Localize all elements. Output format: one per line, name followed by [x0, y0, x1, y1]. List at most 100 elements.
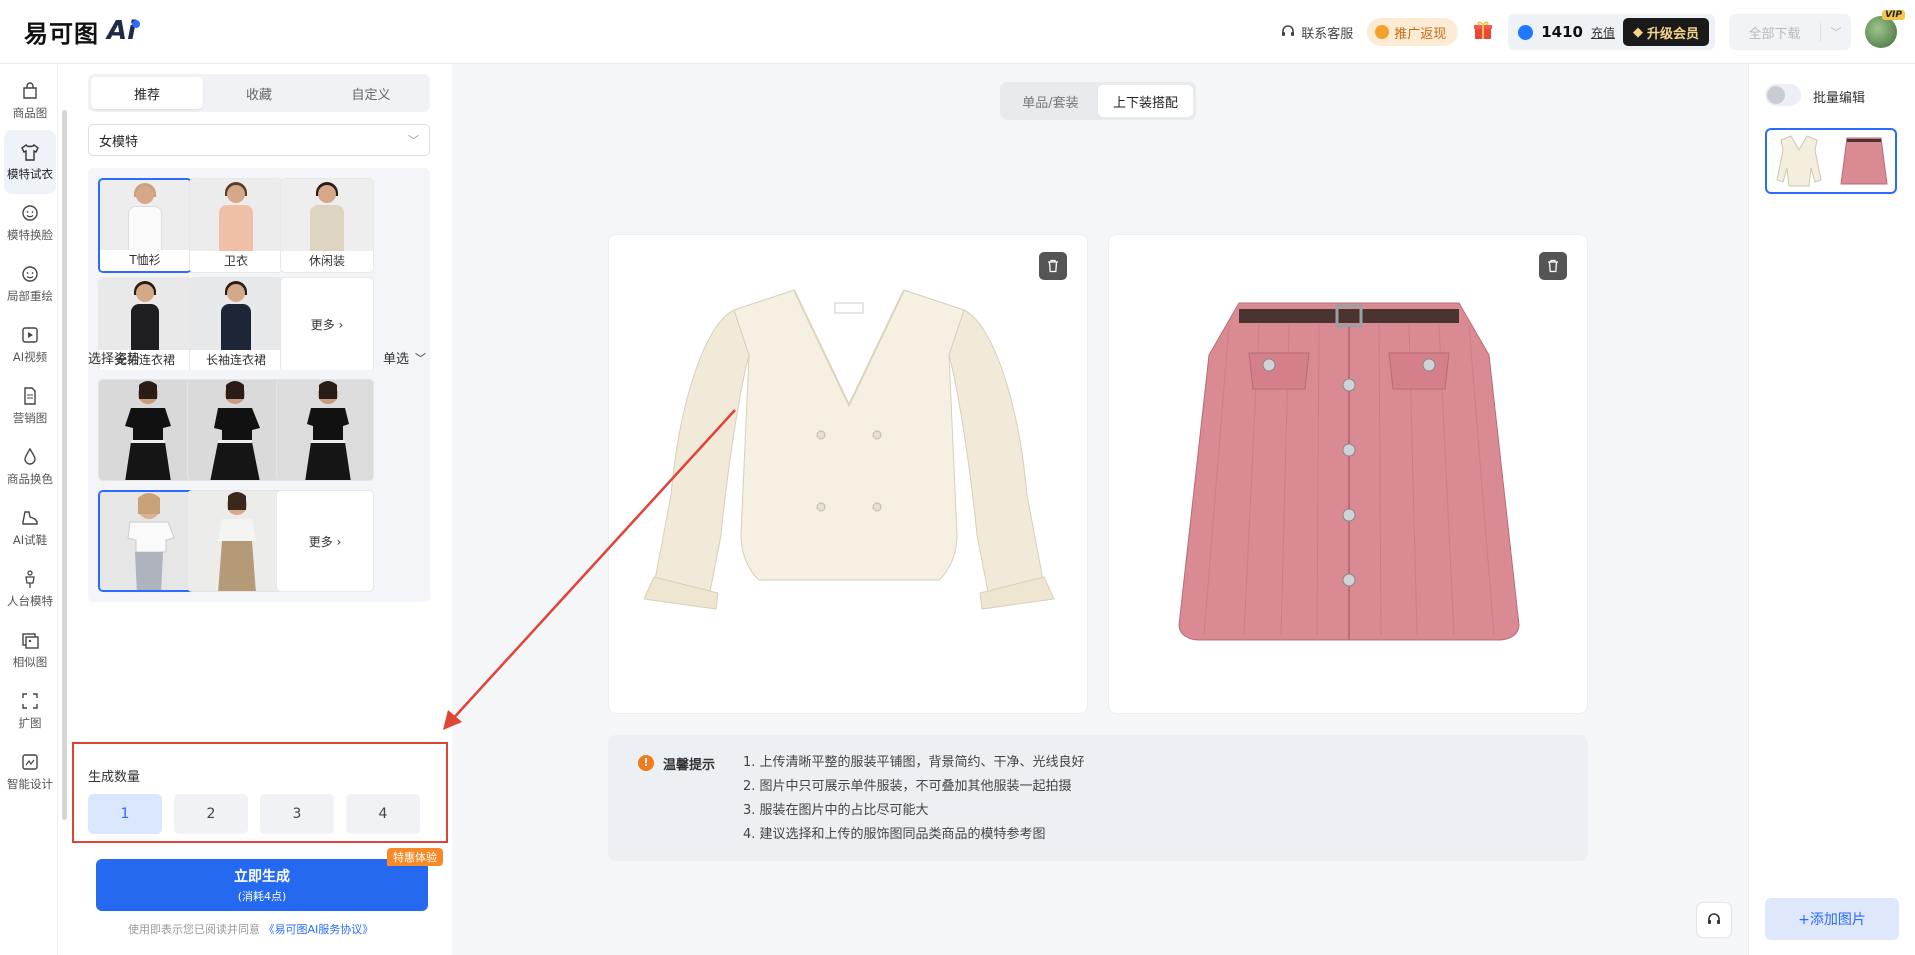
nav-item-label: 商品图	[12, 106, 48, 120]
upgrade-label: 升级会员	[1646, 26, 1699, 42]
chevron-down-icon: ﹀	[415, 351, 426, 365]
app-logo[interactable]: 易可图 Ai	[24, 16, 141, 48]
nav-item-label: 模特试衣	[7, 167, 53, 181]
garment-card-top[interactable]	[608, 234, 1088, 714]
batch-edit-label: 批量编辑	[1813, 91, 1866, 106]
model-card-label: 休闲装	[281, 251, 373, 272]
model-card-longsleeve-dress[interactable]: 长袖连衣裙	[189, 277, 283, 372]
nav-item-label: 局部重绘	[7, 289, 53, 303]
nav-item[interactable]: 模特换脸	[4, 191, 56, 255]
shoe-icon	[22, 511, 38, 525]
expand-icon	[22, 693, 38, 709]
tip-item: 1. 上传清晰平整的服装平铺图，背景简约、干净、光线良好	[743, 755, 1085, 770]
pose-photo	[188, 491, 284, 591]
nav-item-label: 商品换色	[7, 472, 53, 486]
headset-icon	[1282, 25, 1295, 36]
points-icon	[1518, 24, 1534, 40]
nav-item[interactable]: 模特试衣	[4, 130, 56, 194]
model-card-hoodie[interactable]: 卫衣	[189, 178, 283, 273]
more-models-button[interactable]: 更多 ›	[280, 277, 374, 372]
diamond-icon: ◆	[1632, 24, 1643, 40]
agreement-link[interactable]: 《易可图AI服务协议》	[264, 923, 374, 936]
promo-badge: 特惠体验	[387, 848, 443, 866]
tab-recommend[interactable]: 推荐	[91, 77, 203, 109]
nav-item[interactable]: 局部重绘	[4, 252, 56, 316]
nav-item[interactable]: 商品图	[4, 69, 56, 133]
chevron-down-icon: ﹀	[408, 134, 419, 147]
model-card-tshirt[interactable]: T恤衫	[98, 178, 192, 273]
pose-mode-label: 单选	[382, 352, 409, 367]
mode-top-bottom[interactable]: 上下装搭配	[1098, 85, 1193, 117]
right-panel: 批量编辑 +添加图片	[1748, 64, 1915, 955]
pose-mode-select[interactable]: 单选 ﹀	[382, 348, 426, 368]
pose-card[interactable]	[276, 379, 374, 481]
nav-item[interactable]: 相似图	[4, 618, 56, 682]
video-icon	[22, 327, 38, 343]
promo-label: 推广返现	[1394, 26, 1447, 42]
blouse-image	[643, 289, 1055, 610]
pose-photo	[99, 380, 195, 480]
pose-photo	[277, 380, 373, 480]
more-poses-button[interactable]: 更多 ›	[276, 490, 374, 592]
chevron-down-icon[interactable]: ﹀	[1821, 24, 1851, 40]
model-card-casual[interactable]: 休闲装	[280, 178, 374, 273]
model-photo	[190, 278, 282, 352]
nav-item[interactable]: 商品换色	[4, 435, 56, 499]
nav-item[interactable]: AI视频	[4, 313, 56, 377]
mode-single-set[interactable]: 单品/套装	[1003, 85, 1098, 117]
model-photo	[190, 179, 282, 253]
nav-item[interactable]: 人台模特	[4, 557, 56, 621]
model-card-label: 卫衣	[190, 251, 282, 272]
nav-item-label: 扩图	[18, 716, 42, 730]
support-button[interactable]	[1696, 902, 1732, 938]
vip-badge: VIP	[1882, 10, 1905, 20]
model-photo	[99, 278, 191, 352]
pose-photo	[100, 492, 194, 590]
generate-button[interactable]: 立即生成 (消耗4点)	[96, 859, 428, 911]
nav-item-label: 营销图	[12, 411, 48, 425]
shirt-icon	[21, 143, 39, 161]
nav-item[interactable]: 扩图	[4, 679, 56, 743]
pose-section-title: 选择姿势	[88, 352, 141, 367]
pose-card[interactable]	[98, 379, 196, 481]
nav-item-label: 人台模特	[7, 594, 53, 608]
model-tabs: 推荐 收藏 自定义	[88, 74, 430, 112]
pose-card-selected[interactable]	[98, 490, 196, 592]
promo-button[interactable]: 推广返现	[1367, 18, 1459, 46]
skirt-image	[1178, 302, 1520, 641]
batch-edit-toggle[interactable]	[1765, 84, 1801, 106]
workspace-canvas: 单品/套装 上下装搭配 ! 温馨提示 1. 上传清晰平整的服装平铺图，背景简约、…	[452, 64, 1748, 955]
nav-scrollbar[interactable]	[62, 110, 67, 820]
left-nav: 商品图模特试衣模特换脸局部重绘 AI视频营销图商品换色 AI试鞋人台模特相似图扩图智…	[0, 64, 58, 955]
face-icon	[22, 205, 38, 221]
tab-custom[interactable]: 自定义	[315, 77, 427, 109]
gift-icon[interactable]	[1472, 19, 1494, 46]
points-value: 1410	[1541, 23, 1583, 41]
outfit-thumbnail[interactable]	[1765, 128, 1897, 194]
annotation-highlight-box	[72, 742, 448, 843]
top-bar: 易可图 Ai 联系客服 推广返现 1410 充值 ◆ 升级会员 全部下载 ﹀ V…	[0, 0, 1915, 64]
pose-card[interactable]	[187, 379, 285, 481]
model-type-select[interactable]: 女模特 ﹀	[88, 124, 430, 156]
pose-grid: 更多 ›	[88, 370, 430, 602]
tips-list: 1. 上传清晰平整的服装平铺图，背景简约、干净、光线良好 2. 图片中只可展示单…	[743, 754, 1085, 850]
generate-label: 立即生成	[234, 869, 290, 885]
nav-item[interactable]: 智能设计	[4, 740, 56, 804]
add-image-button[interactable]: +添加图片	[1765, 898, 1899, 940]
download-all-label: 全部下载	[1729, 22, 1821, 42]
upgrade-button[interactable]: ◆ 升级会员	[1622, 18, 1709, 46]
nav-item[interactable]: 营销图	[4, 374, 56, 438]
tab-favorites[interactable]: 收藏	[203, 77, 315, 109]
download-all-button[interactable]: 全部下载 ﹀	[1729, 14, 1851, 50]
pose-card[interactable]	[187, 490, 285, 592]
contact-support-link[interactable]: 联系客服	[1281, 23, 1353, 42]
recharge-link[interactable]: 充值	[1591, 24, 1615, 41]
avatar[interactable]: VIP	[1865, 10, 1905, 48]
nav-item-label: 智能设计	[7, 777, 53, 791]
logo-text: 易可图	[24, 19, 99, 48]
agreement-text: 使用即表示您已阅读并同意 《易可图AI服务协议》	[128, 921, 373, 937]
model-type-value: 女模特	[99, 134, 139, 150]
garment-card-bottom[interactable]	[1108, 234, 1588, 714]
nav-item[interactable]: AI试鞋	[4, 496, 56, 560]
points-wallet: 1410 充值 ◆ 升级会员	[1508, 14, 1715, 50]
